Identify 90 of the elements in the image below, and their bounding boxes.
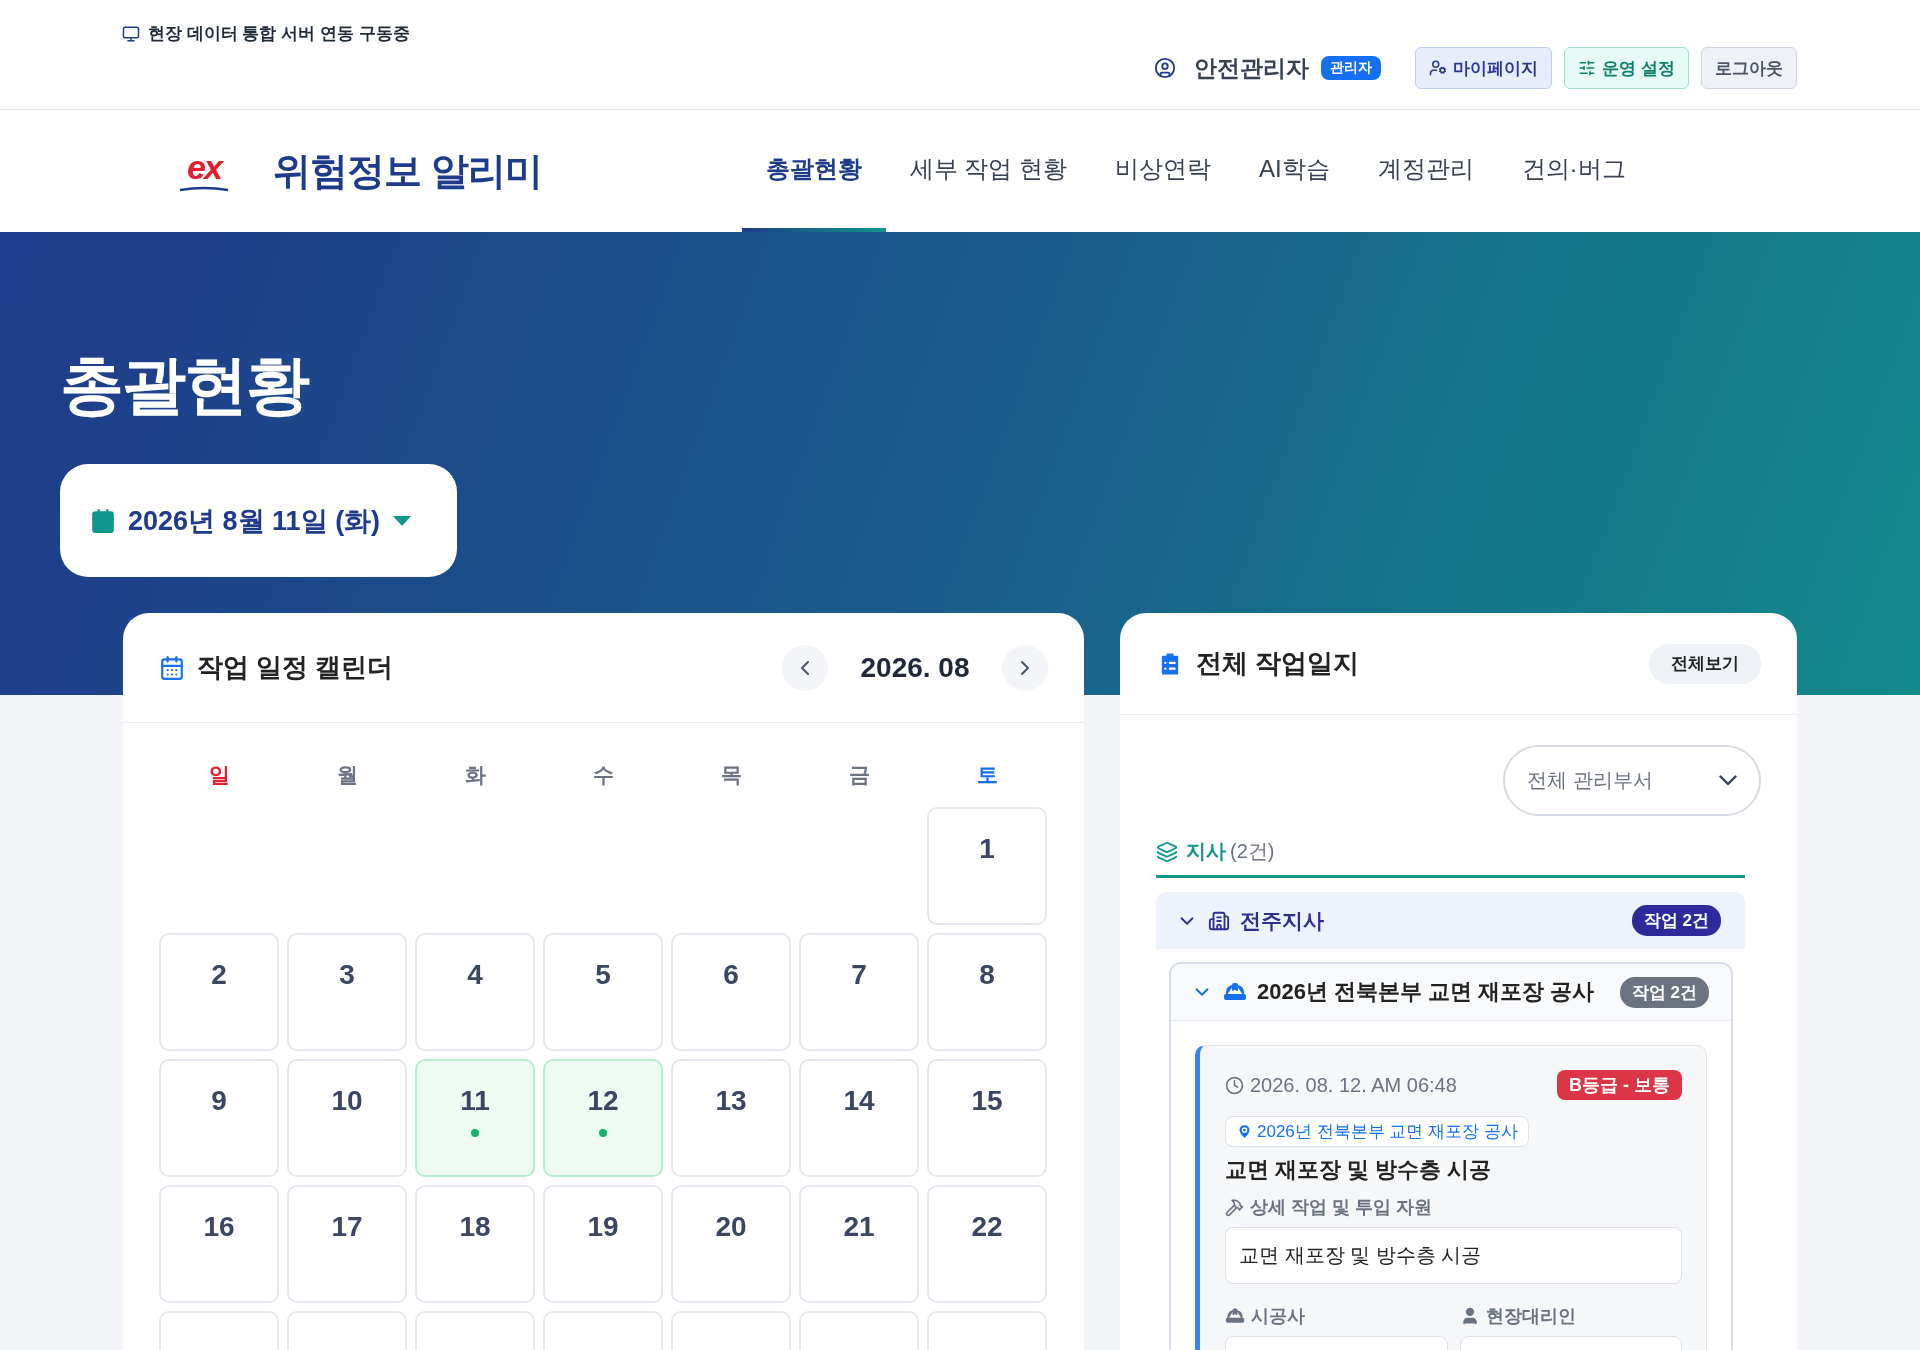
map-pin-icon (1236, 1123, 1253, 1141)
calendar-day[interactable]: 19 (543, 1185, 663, 1304)
calendar-day[interactable] (671, 1311, 791, 1350)
calendar-day[interactable]: 14 (799, 1059, 919, 1178)
month-label: 2026. 08 (859, 651, 971, 684)
brand-title: 위험정보 알리미 (273, 148, 542, 194)
user-name: 안전관리자 (1194, 53, 1310, 83)
logout-button[interactable]: 로그아웃 (1701, 47, 1797, 89)
calendar-day[interactable]: 17 (287, 1185, 407, 1304)
calendar-day[interactable]: 4 (415, 933, 535, 1052)
grade-badge: B등급 - 보통 (1557, 1070, 1682, 1101)
user-icon (1154, 57, 1177, 79)
field-label: 상세 작업 및 투입 자원 (1250, 1196, 1432, 1220)
weekday-label: 토 (975, 762, 999, 789)
work-dot (471, 1129, 479, 1138)
layers-icon (1156, 840, 1178, 863)
previous-month-button[interactable] (782, 644, 828, 691)
card-title: 전체 작업일지 (1196, 647, 1361, 681)
hammer-icon (1225, 1197, 1244, 1217)
project-name: 2026년 전북본부 교면 재포장 공사 (1257, 978, 1596, 1007)
user-gear-icon (1429, 59, 1448, 77)
calendar-icon (90, 507, 116, 534)
field-label: 시공사 (1251, 1305, 1305, 1329)
log-time: 2026. 08. 12. AM 06:48 (1250, 1073, 1457, 1097)
weekday-label: 목 (719, 762, 743, 789)
brand-logo[interactable]: ex (175, 150, 233, 192)
calendar-day[interactable]: 3 (287, 933, 407, 1052)
calendar-day[interactable]: 20 (671, 1185, 791, 1304)
monitor-icon (122, 24, 140, 43)
weekday-label: 일 (207, 762, 231, 789)
calendar-day[interactable]: 13 (671, 1059, 791, 1178)
section-label: 지사 (1186, 839, 1226, 865)
field-label: 현장대리인 (1485, 1305, 1576, 1329)
server-status-text: 현장 데이터 통합 서버 연동 구동중 (148, 23, 410, 45)
calendar-day[interactable]: 18 (415, 1185, 535, 1304)
weekday-label: 수 (591, 762, 615, 789)
calendar-day[interactable]: 9 (159, 1059, 279, 1178)
calendar-day[interactable] (415, 1311, 535, 1350)
calendar-day[interactable]: 5 (543, 933, 663, 1052)
role-badge: 관리자 (1321, 56, 1382, 80)
work-dot (599, 1129, 607, 1138)
detail-field: 교면 재포장 및 방수층 시공 (1225, 1227, 1682, 1285)
work-log-entry[interactable]: 2026. 08. 12. AM 06:48 B등급 - 보통 2026년 전북본부 교면 재포장 공사 교면 재포장 및 방수층 시공 상세 작업 및 투입 자원 교면 재포장 및 방수층 시공 시공사 현장대리인 (1195, 1045, 1707, 1350)
weekday-label: 월 (335, 762, 359, 789)
nav-tab[interactable]: 세부 작업 현황 (885, 110, 1091, 232)
nav-tab[interactable]: 건의·버그 (1497, 110, 1650, 232)
next-month-button[interactable] (1002, 644, 1048, 691)
weekday-label: 화 (463, 762, 487, 789)
section-count: (2건) (1230, 839, 1275, 865)
calendar-day[interactable]: 11 (415, 1059, 535, 1178)
calendar-day[interactable]: 2 (159, 933, 279, 1052)
calendar-day[interactable]: 21 (799, 1185, 919, 1304)
calendar-day[interactable] (927, 1311, 1047, 1350)
calendar-day[interactable]: 1 (927, 807, 1047, 926)
card-title: 작업 일정 캘린더 (197, 651, 395, 685)
calendar-day[interactable]: 22 (927, 1185, 1047, 1304)
calendar-day[interactable]: 12 (543, 1059, 663, 1178)
calendar-day[interactable]: 6 (671, 933, 791, 1052)
calendar-day[interactable] (799, 1311, 919, 1350)
nav-tab[interactable]: 비상연락 (1090, 110, 1235, 232)
branch-name: 전주지사 (1240, 907, 1325, 934)
calendar-day[interactable] (543, 1311, 663, 1350)
date-picker[interactable]: 2026년 8월 11일 (화) (60, 464, 457, 578)
weekday-label: 금 (847, 762, 871, 789)
nav-tab[interactable]: AI학습 (1234, 110, 1354, 232)
branch-row[interactable]: 전주지사 작업 2건 (1156, 892, 1745, 950)
location-text: 2026년 전북본부 교면 재포장 공사 (1257, 1121, 1518, 1144)
sliders-icon (1578, 59, 1597, 77)
calendar-day[interactable] (287, 1311, 407, 1350)
nav-tab[interactable]: 계정관리 (1353, 110, 1498, 232)
mypage-button[interactable]: 마이페이지 (1415, 47, 1553, 89)
view-all-button[interactable]: 전체보기 (1649, 643, 1761, 684)
calendar-icon (159, 654, 185, 681)
count-badge: 작업 2건 (1631, 905, 1721, 937)
nav-tab[interactable]: 총괄현황 (741, 110, 886, 232)
page-title: 총괄현황 (60, 350, 310, 421)
log-title: 교면 재포장 및 방수층 시공 (1225, 1156, 1493, 1185)
count-badge: 작업 2건 (1619, 976, 1709, 1008)
building-icon (1208, 909, 1230, 932)
chevron-down-icon (1719, 775, 1737, 787)
clock-icon (1225, 1075, 1244, 1095)
department-select[interactable]: 전체 관리부서 (1503, 745, 1761, 817)
calendar-day[interactable]: 8 (927, 933, 1047, 1052)
settings-button[interactable]: 운영 설정 (1564, 47, 1689, 89)
calendar-day[interactable] (159, 1311, 279, 1350)
calendar-day[interactable]: 7 (799, 933, 919, 1052)
calendar-day[interactable]: 16 (159, 1185, 279, 1304)
calendar-day[interactable]: 15 (927, 1059, 1047, 1178)
calendar-day[interactable]: 10 (287, 1059, 407, 1178)
caret-icon (392, 514, 413, 527)
